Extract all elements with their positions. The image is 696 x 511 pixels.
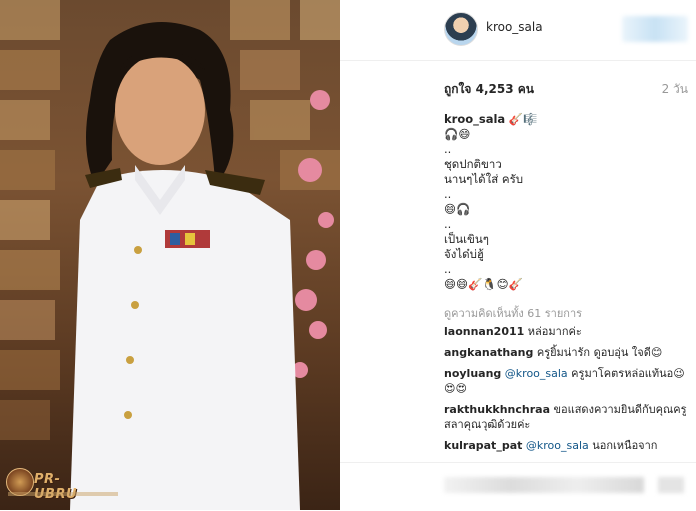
comment-item: angkanathang ครูยิ้มน่ารัก ดูอบอุ่น ใจดี…: [444, 345, 694, 360]
caption-line: 😄🎧: [444, 202, 471, 216]
comment-text: หล่อมากค่ะ: [524, 325, 582, 338]
more-options-icon[interactable]: [658, 477, 684, 493]
caption-line: ..: [444, 217, 452, 231]
post-photo: PR-UBRU: [0, 0, 340, 510]
caption-line: 😄😄🎸🐧😊🎸: [444, 277, 523, 291]
watermark-text: PR-UBRU: [34, 472, 77, 502]
view-all-comments-link[interactable]: ดูความคิดเห็นทั้ง 61 รายการ: [444, 304, 582, 322]
comment-author[interactable]: rakthukkhnchraa: [444, 403, 550, 416]
portrait-image: [0, 0, 340, 510]
follow-button[interactable]: [622, 16, 688, 42]
comment-item: noyluang @kroo_sala ครูมาโคตรหล่อแท้นอ😉😍…: [444, 366, 694, 396]
post-header: kroo_sala: [340, 0, 696, 61]
comment-item: rakthukkhnchraa ขอแสดงความยินดีกับคุณครู…: [444, 402, 694, 432]
comment-author[interactable]: laonnan2011: [444, 325, 524, 338]
caption-author[interactable]: kroo_sala: [444, 112, 505, 126]
caption-line: kroo_sala 🎸🎼: [444, 112, 538, 126]
comment-author[interactable]: kulrapat_pat: [444, 439, 522, 452]
avatar[interactable]: [444, 12, 478, 46]
watermark-logo: PR-UBRU: [6, 466, 118, 502]
watermark-underline: [8, 492, 118, 496]
caption-line: ..: [444, 187, 452, 201]
comment-text: นอกเหนือจาก: [588, 439, 658, 452]
post-panel: kroo_sala ถูกใจ 4,253 คน 2 วัน kroo_sala…: [340, 0, 696, 510]
comment-mention[interactable]: @kroo_sala: [522, 439, 589, 452]
comment-mention[interactable]: @kroo_sala: [501, 367, 568, 380]
caption-line: ชุดปกติขาว: [444, 157, 502, 171]
comment-list: laonnan2011 หล่อมากค่ะ angkanathang ครูยิ…: [444, 324, 694, 459]
comment-bar: [340, 462, 696, 511]
caption: kroo_sala 🎸🎼 🎧😄.. ชุดปกติขาว นานๆได้ใส่ ครั…: [444, 112, 690, 292]
comment-item: laonnan2011 หล่อมากค่ะ: [444, 324, 694, 339]
caption-line: 🎧😄: [444, 127, 471, 141]
caption-line: เป็นเขินๆ: [444, 232, 489, 246]
caption-line: ..: [444, 142, 452, 156]
comment-author[interactable]: angkanathang: [444, 346, 533, 359]
post-date: 2 วัน: [661, 82, 688, 96]
caption-line: ..: [444, 262, 452, 276]
likes-count[interactable]: ถูกใจ 4,253 คน: [444, 80, 534, 99]
comment-author[interactable]: noyluang: [444, 367, 501, 380]
caption-line: จังได๋บ่ฮู้: [444, 247, 484, 261]
caption-line: นานๆได้ใส่ ครับ: [444, 172, 524, 186]
username-link[interactable]: kroo_sala: [486, 20, 543, 34]
comment-input[interactable]: [444, 477, 644, 493]
comment-text: ครูยิ้มน่ารัก ดูอบอุ่น ใจดี😊: [533, 346, 663, 359]
comment-item: kulrapat_pat @kroo_sala นอกเหนือจาก: [444, 438, 694, 453]
